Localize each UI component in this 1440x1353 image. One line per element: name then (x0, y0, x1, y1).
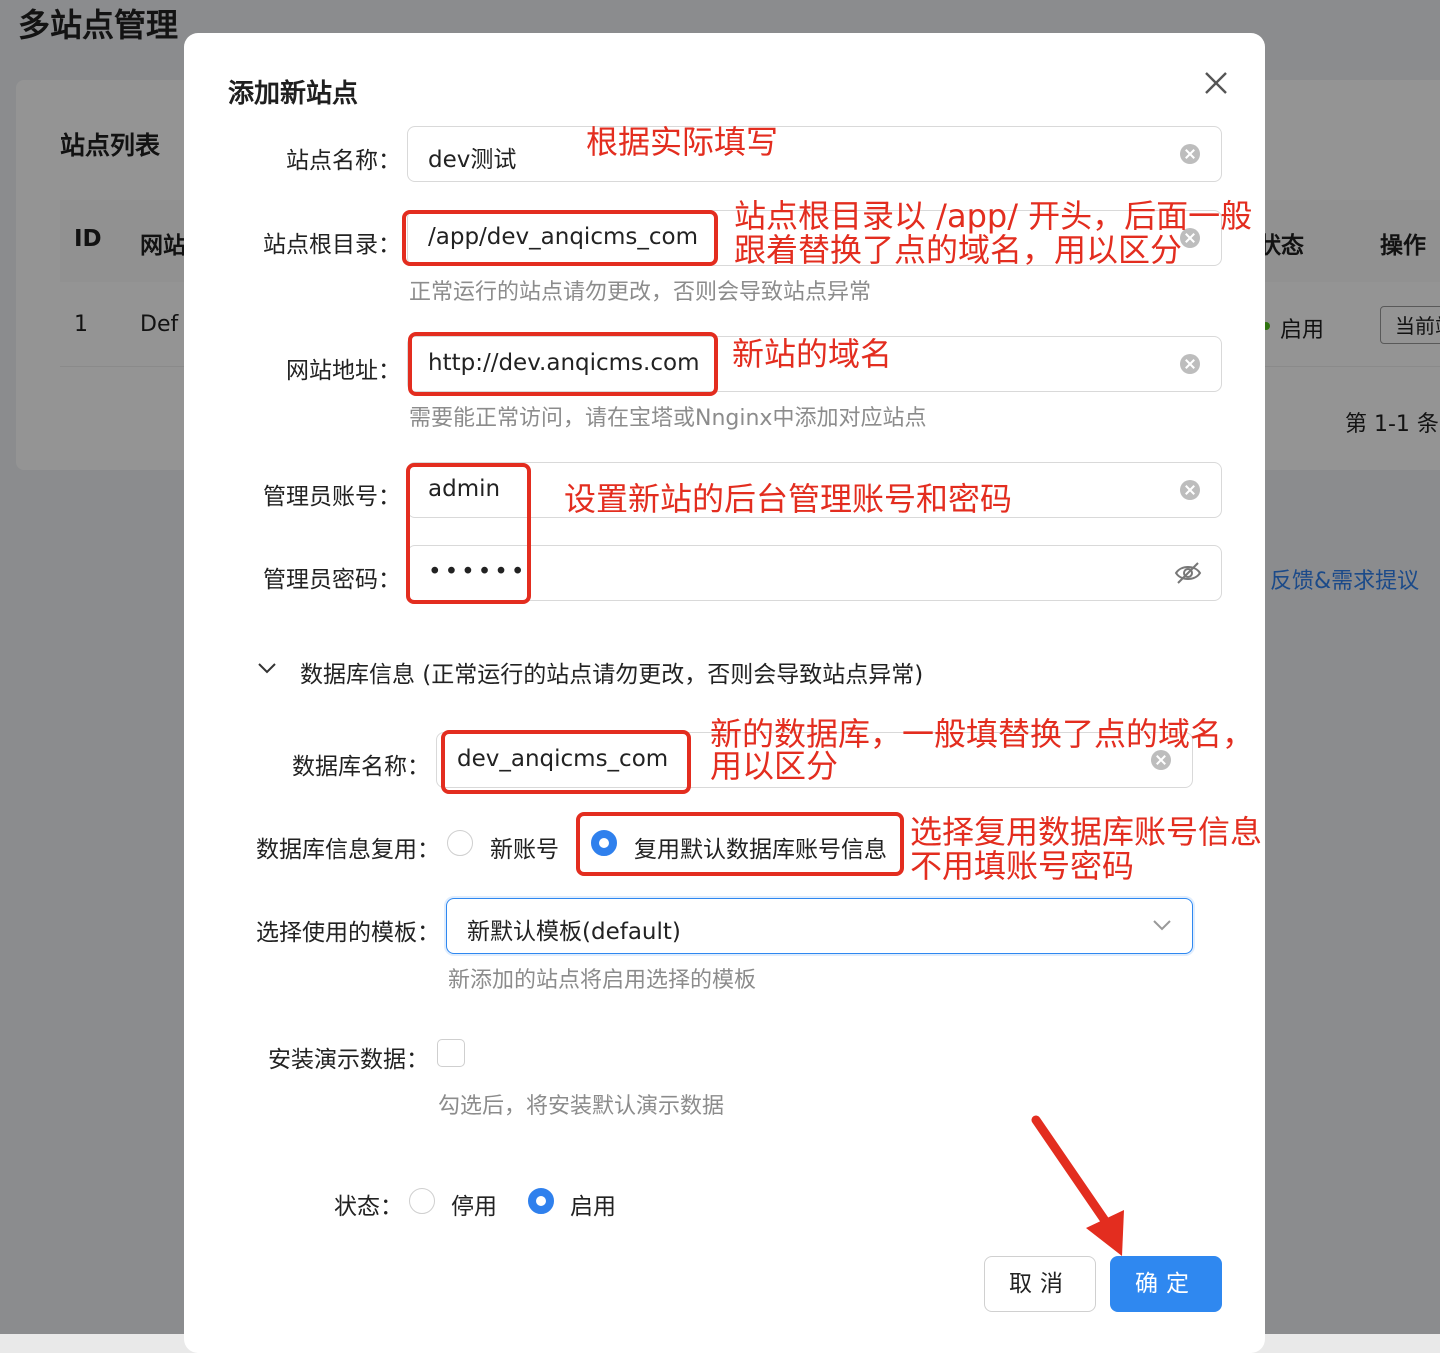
option-new-account[interactable]: 新账号 (490, 830, 559, 864)
db-name-label: 数据库名称： (292, 754, 430, 780)
cancel-button[interactable]: 取消 (984, 1256, 1096, 1312)
clear-icon[interactable] (1151, 750, 1171, 770)
status-label: 状态： (334, 1194, 403, 1220)
template-select[interactable]: 新默认模板(default) (446, 898, 1193, 954)
site-name-label: 站点名称： (286, 148, 401, 174)
admin-user-label: 管理员账号： (263, 484, 401, 510)
clear-icon[interactable] (1180, 354, 1200, 374)
highlight-db-name (441, 730, 691, 794)
template-label: 选择使用的模板： (256, 920, 440, 946)
site-name-input[interactable]: dev测试 (407, 126, 1222, 182)
confirm-button[interactable]: 确定 (1110, 1256, 1222, 1312)
annotation-root-dir-1: 站点根目录以 /app/ 开头，后面一般 (734, 197, 1253, 235)
option-status-enabled[interactable]: 启用 (570, 1187, 616, 1221)
admin-pass-label: 管理员密码： (263, 567, 401, 593)
db-section-header[interactable]: 数据库信息 (正常运行的站点请勿更改，否则会导致站点异常) (300, 655, 923, 689)
site-url-label: 网站地址： (286, 358, 401, 384)
radio-status-enabled[interactable] (528, 1188, 554, 1214)
demo-data-hint: 勾选后，将安装默认演示数据 (438, 1094, 725, 1119)
template-hint: 新添加的站点将启用选择的模板 (448, 968, 757, 993)
radio-new-account[interactable] (447, 830, 473, 856)
annotation-site-name: 根据实际填写 (586, 123, 779, 161)
annotation-admin: 设置新站的后台管理账号和密码 (564, 480, 1013, 518)
template-value: 新默认模板(default) (467, 919, 681, 945)
highlight-db-reuse (576, 812, 904, 876)
root-dir-hint: 正常运行的站点请勿更改，否则会导致站点异常 (409, 280, 872, 305)
annotation-db-reuse-1: 选择复用数据库账号信息 (910, 813, 1263, 851)
chevron-down-icon[interactable] (1151, 917, 1173, 933)
site-name-value: dev测试 (428, 147, 517, 173)
clear-icon[interactable] (1180, 144, 1200, 164)
root-dir-label: 站点根目录： (263, 232, 401, 258)
site-url-hint: 需要能正常访问，请在宝塔或Nnginx中添加对应站点 (409, 406, 927, 431)
annotation-db-name-2: 用以区分 (710, 747, 839, 785)
highlight-site-url (408, 332, 718, 396)
highlight-admin (406, 463, 531, 604)
clear-icon[interactable] (1180, 480, 1200, 500)
modal-title: 添加新站点 (228, 79, 359, 109)
option-status-disabled[interactable]: 停用 (451, 1187, 497, 1221)
annotation-root-dir-2: 跟着替换了点的域名，用以区分 (734, 231, 1183, 269)
chevron-down-icon[interactable] (256, 660, 278, 676)
radio-status-disabled[interactable] (409, 1188, 435, 1214)
db-reuse-label: 数据库信息复用： (256, 837, 440, 863)
close-icon[interactable] (1196, 63, 1236, 103)
arrow-pointer-icon (1031, 1115, 1124, 1256)
eye-invisible-icon[interactable] (1174, 561, 1202, 585)
annotation-db-reuse-2: 不用填账号密码 (910, 847, 1135, 885)
demo-data-label: 安装演示数据： (268, 1047, 429, 1073)
annotation-site-url: 新站的域名 (732, 335, 893, 373)
demo-data-checkbox[interactable] (437, 1039, 465, 1067)
highlight-root-dir (402, 210, 718, 266)
